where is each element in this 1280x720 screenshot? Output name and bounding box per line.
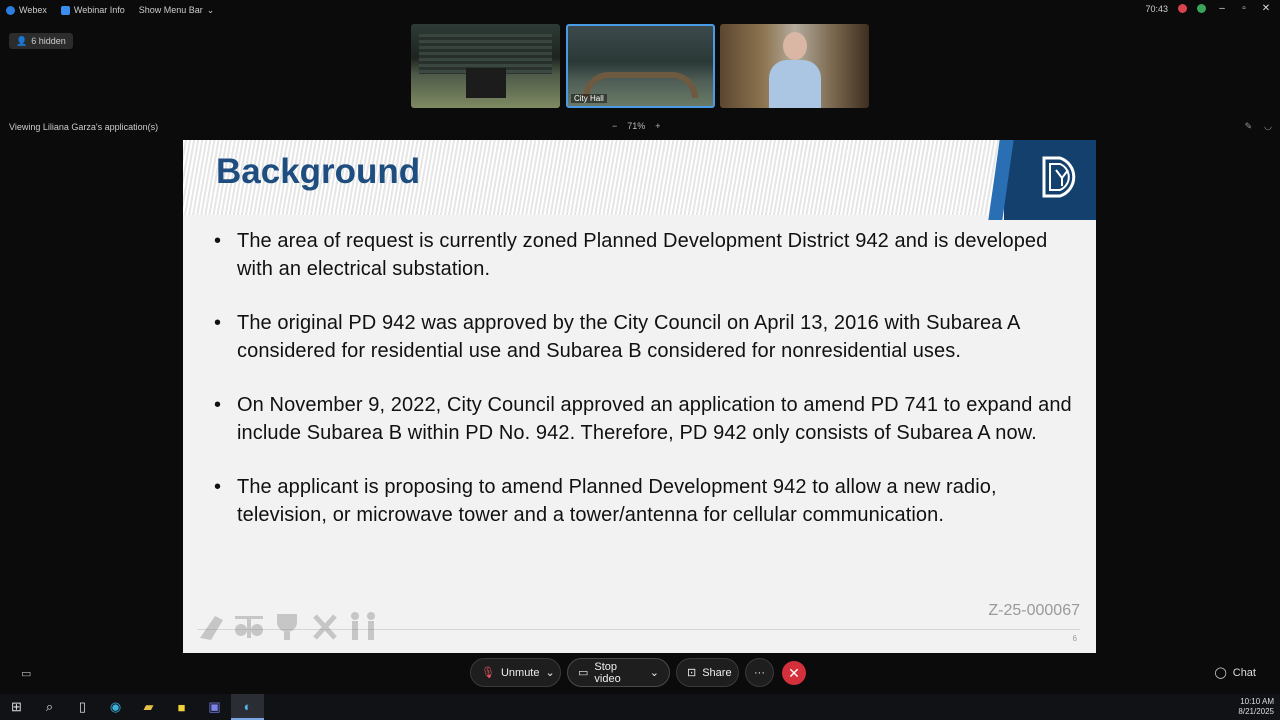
show-menu-bar-button[interactable]: Show Menu Bar ⌄ — [139, 5, 223, 16]
clock-time: 10:10 AM — [1240, 697, 1274, 706]
slide-page-number: 6 — [1072, 634, 1077, 643]
taskbar-explorer[interactable]: ▰ — [132, 694, 165, 720]
chat-label: Chat — [1232, 666, 1256, 679]
maximize-button[interactable]: ▫ — [1238, 3, 1250, 14]
more-options-button[interactable]: ··· — [745, 658, 774, 687]
folder-icon: ▰ — [143, 699, 154, 714]
share-icon: ⊡ — [687, 667, 697, 679]
bullet-item: The original PD 942 was approved by the … — [214, 310, 1084, 365]
webex-menu[interactable]: Webex — [6, 5, 55, 15]
teams-icon: ▣ — [208, 699, 221, 714]
chat-button[interactable]: ◯ Chat — [1214, 666, 1256, 680]
mic-muted-icon: 🎙 — [481, 667, 495, 679]
close-window-button[interactable]: ✕ — [1260, 3, 1272, 14]
search-icon: ⌕ — [45, 699, 54, 714]
file-icon: ▯ — [78, 699, 87, 714]
titlebar-right: 70:43 – ▫ ✕ — [1145, 3, 1272, 14]
window-titlebar: Webex Webinar Info Show Menu Bar ⌄ 70:43… — [0, 0, 1280, 20]
webinar-info-label: Webinar Info — [73, 5, 125, 15]
view-options-icon[interactable]: ◡ — [1264, 121, 1272, 132]
start-button[interactable]: ⊞ — [0, 694, 33, 720]
unmute-label: Unmute — [500, 666, 540, 679]
chevron-down-icon: ⌄ — [206, 4, 215, 15]
windows-taskbar: ⊞ ⌕ ▯ ◉ ▰ ■ ▣ ◐ 10:10 AM 8/21/2025 — [0, 694, 1280, 720]
search-button[interactable]: ⌕ — [33, 694, 66, 720]
bullet-item: The applicant is proposing to amend Plan… — [214, 474, 1084, 529]
share-label: Share — [702, 666, 732, 679]
footer-icons — [195, 608, 385, 644]
clock-date: 8/21/2025 — [1238, 707, 1274, 716]
video-thumbnail-city-hall[interactable]: City Hall — [566, 24, 715, 108]
taskbar-teams[interactable]: ▣ — [198, 694, 231, 720]
unmute-button[interactable]: 🎙 Unmute ⌄ — [470, 658, 561, 687]
hidden-count: 6 hidden — [31, 36, 66, 46]
show-menu-bar-label: Show Menu Bar — [138, 5, 203, 15]
windows-icon: ⊞ — [11, 699, 22, 714]
slide-title: Background — [216, 152, 421, 191]
meeting-timer: 70:43 — [1145, 3, 1168, 14]
city-logo-icon — [1042, 156, 1076, 198]
edge-icon: ◉ — [109, 699, 122, 714]
video-thumbnail-podium[interactable] — [411, 24, 560, 108]
thumbnail-label: City Hall — [571, 94, 607, 103]
app-name: Webex — [19, 5, 47, 15]
person-icon: 👤 — [16, 35, 28, 46]
stop-video-label: Stop video — [594, 660, 621, 685]
share-button[interactable]: ⊡ Share — [676, 658, 739, 687]
layout-icon[interactable]: ▭ — [21, 667, 31, 680]
zoom-control: − 71% + — [612, 121, 661, 131]
city-logo — [1004, 140, 1096, 220]
video-thumbnail-presenter[interactable] — [720, 24, 869, 108]
sticky-note-icon: ■ — [177, 699, 186, 715]
meeting-controls: ▭ 🎙 Unmute ⌄ ▭ Stop video ⌄ ⊡ Share ··· … — [0, 658, 1280, 688]
taskbar-edge[interactable]: ◉ — [99, 694, 132, 720]
share-view-options: ✎ ◡ — [1245, 121, 1272, 132]
taskbar-file-app[interactable]: ▯ — [66, 694, 99, 720]
viewing-label: Viewing Liliana Garza's application(s) — [9, 122, 159, 132]
chevron-down-icon[interactable]: ⌄ — [650, 666, 659, 679]
bullet-list: The area of request is currently zoned P… — [214, 228, 1084, 556]
annotate-icon[interactable]: ✎ — [1245, 121, 1253, 132]
presenter-image — [769, 32, 821, 108]
civic-values-icons — [200, 612, 375, 640]
end-meeting-button[interactable]: ✕ — [782, 661, 806, 685]
system-clock[interactable]: 10:10 AM 8/21/2025 — [1238, 697, 1274, 717]
minimize-button[interactable]: – — [1216, 3, 1228, 14]
bullet-item: The area of request is currently zoned P… — [214, 228, 1084, 283]
webex-icon: ◐ — [243, 698, 252, 714]
bullet-item: On November 9, 2022, City Council approv… — [214, 392, 1084, 447]
chevron-down-icon[interactable]: ⌄ — [546, 666, 555, 679]
video-camera-icon: ▭ — [578, 667, 589, 679]
hidden-participants-button[interactable]: 👤 6 hidden — [9, 33, 73, 49]
close-icon: ✕ — [788, 664, 800, 681]
zoom-in-button[interactable]: + — [655, 121, 660, 131]
connection-icon — [1197, 4, 1206, 13]
taskbar-sticky-notes[interactable]: ■ — [165, 694, 198, 720]
stop-video-button[interactable]: ▭ Stop video ⌄ — [567, 658, 670, 687]
podium-image — [466, 68, 506, 98]
more-icon: ··· — [754, 666, 765, 679]
zoom-level: 71% — [627, 121, 646, 131]
webex-logo-icon — [6, 5, 15, 15]
zoom-out-button[interactable]: − — [612, 121, 617, 131]
taskbar-webex[interactable]: ◐ — [231, 694, 264, 720]
case-number: Z-25-000067 — [988, 602, 1080, 619]
chat-icon: ◯ — [1214, 667, 1227, 679]
shared-slide: Background The area of request is curren… — [183, 140, 1096, 653]
info-icon — [60, 5, 70, 15]
webinar-info-button[interactable]: Webinar Info — [60, 5, 133, 15]
recording-icon — [1178, 4, 1187, 13]
